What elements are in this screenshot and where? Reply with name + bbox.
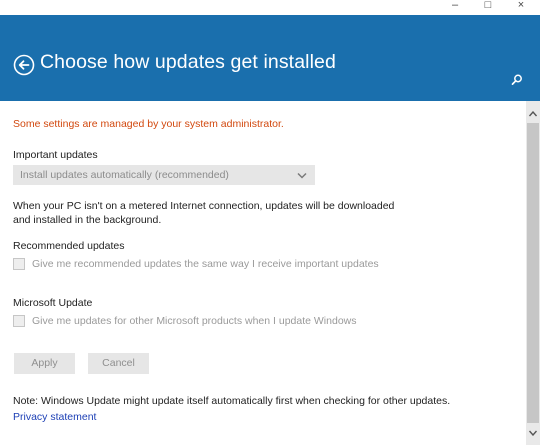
cancel-button[interactable]: Cancel xyxy=(88,353,149,374)
scroll-down-arrow-icon[interactable] xyxy=(529,430,537,436)
settings-content: Some settings are managed by your system… xyxy=(0,101,526,445)
search-icon xyxy=(511,74,522,85)
microsoft-update-label: Microsoft Update xyxy=(13,297,93,309)
important-updates-dropdown[interactable]: Install updates automatically (recommend… xyxy=(13,165,315,185)
update-description: When your PC isn't on a metered Internet… xyxy=(13,200,395,226)
scrollbar-thumb[interactable] xyxy=(527,123,539,423)
recommended-updates-label: Recommended updates xyxy=(13,240,125,252)
privacy-statement-link[interactable]: Privacy statement xyxy=(13,411,96,423)
scroll-up-arrow-icon[interactable] xyxy=(529,111,537,117)
vertical-scrollbar[interactable] xyxy=(526,101,540,445)
apply-button[interactable]: Apply xyxy=(14,353,75,374)
back-arrow-circle-icon xyxy=(13,54,35,76)
maximize-button[interactable]: □ xyxy=(472,0,504,12)
close-button[interactable]: × xyxy=(505,0,537,12)
recommended-updates-checkbox-label: Give me recommended updates the same way… xyxy=(32,258,379,270)
microsoft-update-checkbox-label: Give me updates for other Microsoft prod… xyxy=(32,315,357,327)
page-title: Choose how updates get installed xyxy=(40,51,336,73)
dropdown-selected-value: Install updates automatically (recommend… xyxy=(20,169,229,181)
microsoft-update-checkbox[interactable] xyxy=(13,315,25,327)
important-updates-label: Important updates xyxy=(13,149,98,161)
window-title-strip: – □ × xyxy=(0,0,540,15)
minimize-button[interactable]: – xyxy=(439,0,471,12)
chevron-down-icon xyxy=(297,172,307,179)
recommended-updates-checkbox[interactable] xyxy=(13,258,25,270)
back-button[interactable] xyxy=(13,54,35,76)
admin-notice: Some settings are managed by your system… xyxy=(13,118,284,130)
search-button[interactable] xyxy=(510,73,524,87)
update-note: Note: Windows Update might update itself… xyxy=(13,395,451,407)
page-header: Choose how updates get installed xyxy=(0,15,540,101)
